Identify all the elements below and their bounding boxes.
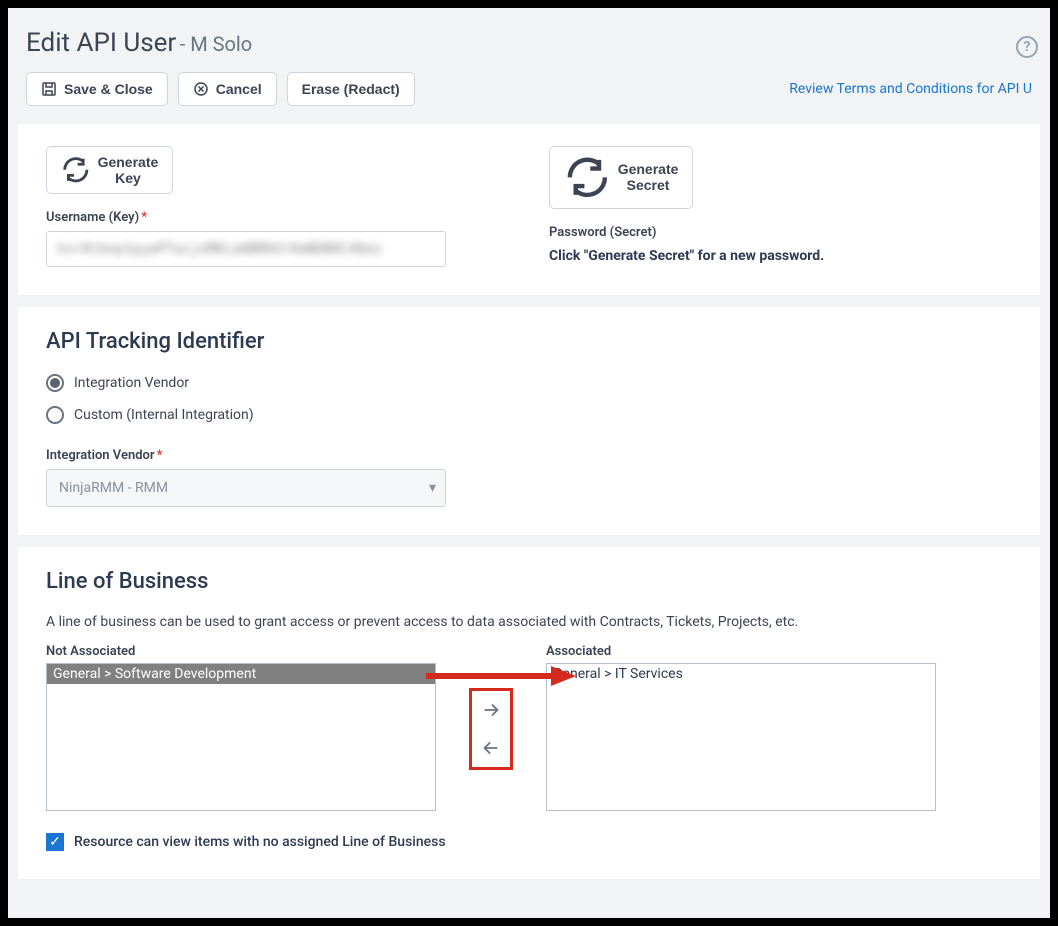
terms-link[interactable]: Review Terms and Conditions for API U [789,81,1032,97]
not-associated-column: Not Associated General > Software Develo… [46,644,436,811]
list-item[interactable]: General > IT Services [547,664,935,684]
view-unassigned-checkbox[interactable]: ✓ [46,833,64,851]
radio-custom-input[interactable] [46,406,64,424]
cancel-button[interactable]: Cancel [178,72,277,106]
list-item[interactable]: General > Software Development [47,664,435,684]
username-column: Generate Key Username (Key)* hxr8tbnp1py… [46,146,509,267]
radio-vendor-input[interactable] [46,374,64,392]
generate-secret-label: Generate Secret [618,161,679,193]
toolbar: Save & Close Cancel Erase (Redact) Revie… [8,58,1050,124]
refresh-icon [564,154,611,201]
help-icon[interactable]: ? [1016,36,1038,58]
password-label: Password (Secret) [549,225,1012,240]
username-value: hxr8tbnp1pyaPTwzjnMKLaABMAXr0aNDB0C4Qeo [57,242,382,257]
password-column: Generate Secret Password (Secret) Click … [549,146,1012,267]
tracking-title: API Tracking Identifier [46,329,1012,354]
vendor-select-value[interactable]: NinjaRMM - RMM [46,469,446,507]
credentials-card: Generate Key Username (Key)* hxr8tbnp1py… [18,124,1040,295]
generate-key-button[interactable]: Generate Key [46,146,173,194]
lob-title: Line of Business [46,569,1012,594]
view-unassigned-row[interactable]: ✓ Resource can view items with no assign… [46,833,1012,851]
radio-vendor-label: Integration Vendor [74,375,189,391]
vendor-select[interactable]: NinjaRMM - RMM ▾ [46,469,446,507]
transfer-box-highlight [469,688,513,770]
erase-label: Erase (Redact) [302,81,400,97]
save-close-button[interactable]: Save & Close [26,72,168,106]
page-header: Edit API User - M Solo ? [8,8,1050,58]
generate-key-label: Generate Key [98,154,159,186]
associated-header: Associated [546,644,936,659]
lob-description: A line of business can be used to grant … [46,614,1012,630]
arrow-left-icon [480,737,502,759]
radio-custom[interactable]: Custom (Internal Integration) [46,406,1012,424]
app-frame: Edit API User - M Solo ? Save & Close Ca… [8,8,1050,918]
move-left-button[interactable] [478,735,504,761]
username-label: Username (Key)* [46,210,509,225]
save-icon [41,81,57,97]
generate-secret-button[interactable]: Generate Secret [549,146,693,209]
page-title: Edit API User - M Solo [26,28,252,58]
vendor-select-label: Integration Vendor* [46,448,1012,463]
cancel-icon [193,81,209,97]
view-unassigned-label: Resource can view items with no assigned… [74,834,446,850]
not-associated-listbox[interactable]: General > Software Development [46,663,436,811]
associated-listbox[interactable]: General > IT Services [546,663,936,811]
transfer-controls [436,644,546,770]
dual-list: Not Associated General > Software Develo… [46,644,1012,811]
password-note: Click "Generate Secret" for a new passwo… [549,248,1012,264]
erase-button[interactable]: Erase (Redact) [287,72,415,106]
move-right-button[interactable] [478,697,504,723]
page-title-main: Edit API User [26,28,176,58]
cancel-label: Cancel [216,81,262,97]
radio-custom-label: Custom (Internal Integration) [74,407,254,423]
associated-column: Associated General > IT Services [546,644,936,811]
arrow-right-icon [480,699,502,721]
refresh-icon [61,155,91,185]
not-associated-header: Not Associated [46,644,436,659]
page-title-sub: - M Solo [180,32,252,56]
radio-vendor[interactable]: Integration Vendor [46,374,1012,392]
tracking-card: API Tracking Identifier Integration Vend… [18,307,1040,535]
lob-card: Line of Business A line of business can … [18,547,1040,879]
username-input[interactable]: hxr8tbnp1pyaPTwzjnMKLaABMAXr0aNDB0C4Qeo [46,231,446,267]
save-close-label: Save & Close [64,81,153,97]
